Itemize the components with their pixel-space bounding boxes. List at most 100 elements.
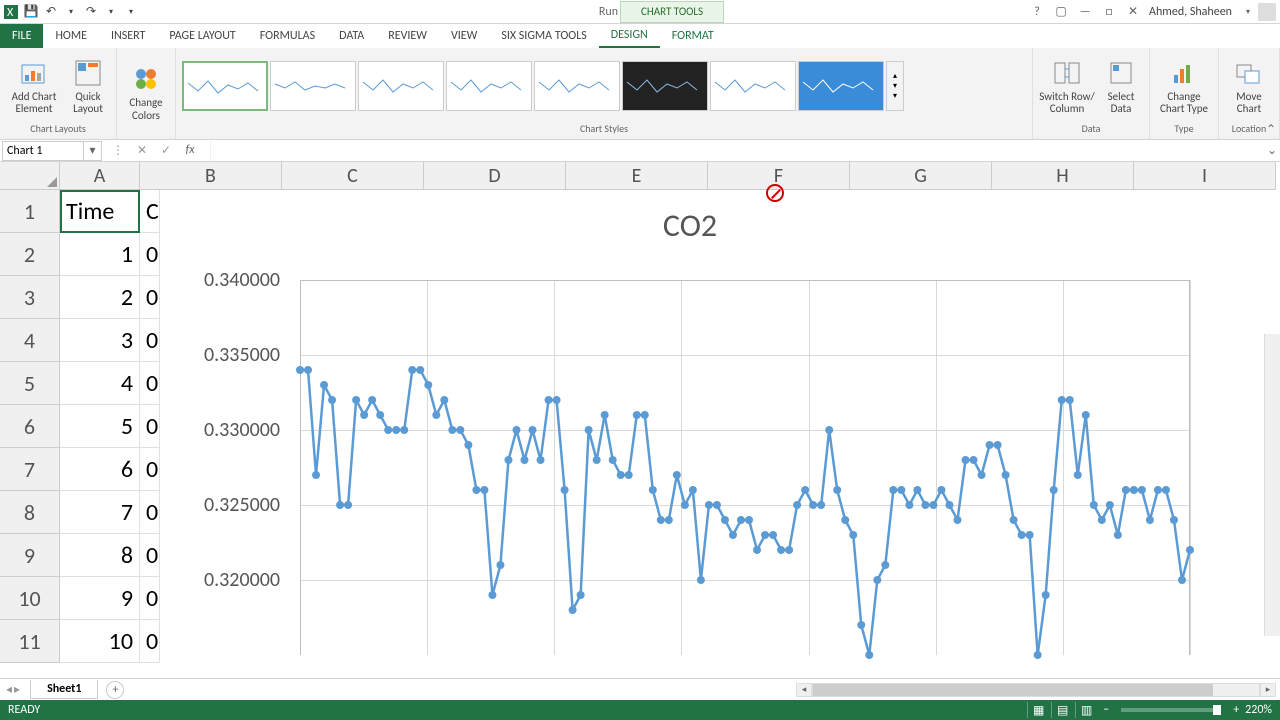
chart-style-6[interactable] [622,61,708,111]
cell-A3[interactable]: 2 [60,276,140,319]
cell-B11[interactable]: 0 [140,620,160,663]
user-name[interactable]: Ahmed, Shaheen [1149,5,1232,19]
row-header-4[interactable]: 4 [0,319,60,362]
chart-style-7[interactable] [710,61,796,111]
col-header-G[interactable]: G [850,162,992,190]
row-header-9[interactable]: 9 [0,534,60,577]
cell-B8[interactable]: 0 [140,491,160,534]
redo-icon[interactable]: ↷ [82,3,100,21]
fx-icon[interactable]: fx [182,143,198,158]
zoom-slider[interactable] [1121,708,1221,712]
switch-row-column-button[interactable]: Switch Row/ Column [1039,50,1095,122]
chart-style-2[interactable] [270,61,356,111]
undo-icon[interactable]: ↶ [42,3,60,21]
chart-object[interactable]: CO2 0.3400000.3350000.3300000.3250000.32… [160,190,1220,655]
row-header-10[interactable]: 10 [0,577,60,620]
tab-insert[interactable]: INSERT [99,24,157,48]
cell-A2[interactable]: 1 [60,233,140,276]
tab-review[interactable]: REVIEW [376,24,439,48]
cell-A7[interactable]: 6 [60,448,140,491]
cell-A10[interactable]: 9 [60,577,140,620]
help-icon[interactable]: ? [1029,4,1045,20]
col-header-C[interactable]: C [282,162,424,190]
page-layout-view-icon[interactable]: ▤ [1051,702,1073,718]
chart-style-8[interactable] [798,61,884,111]
cell-B1[interactable]: C [140,190,160,233]
ribbon-display-icon[interactable]: ▢ [1053,4,1069,20]
tab-six-sigma[interactable]: SIX SIGMA TOOLS [489,24,598,48]
name-box-dropdown-icon[interactable]: ▾ [84,141,102,161]
row-header-6[interactable]: 6 [0,405,60,448]
horizontal-scrollbar[interactable]: ◂ ▸ [796,682,1276,698]
cell-B9[interactable]: 0 [140,534,160,577]
sheet-tab-sheet1[interactable]: Sheet1 [30,680,98,699]
collapse-ribbon-icon[interactable]: ⌃ [1266,122,1276,137]
col-header-E[interactable]: E [566,162,708,190]
tab-data[interactable]: DATA [327,24,376,48]
change-colors-button[interactable]: Change Colors [123,57,169,129]
chart-style-4[interactable] [446,61,532,111]
tab-formulas[interactable]: FORMULAS [248,24,327,48]
cell-B6[interactable]: 0 [140,405,160,448]
cell-A4[interactable]: 3 [60,319,140,362]
normal-view-icon[interactable]: ▦ [1027,702,1049,718]
tab-design[interactable]: DESIGN [599,24,660,48]
tab-file[interactable]: FILE [0,24,43,48]
cell-A1[interactable]: Time [60,190,140,233]
chart-title[interactable]: CO2 [160,190,1220,253]
select-data-button[interactable]: Select Data [1099,50,1143,122]
cell-A8[interactable]: 7 [60,491,140,534]
chart-style-5[interactable] [534,61,620,111]
name-box[interactable]: Chart 1 [2,141,84,161]
add-sheet-button[interactable]: + [106,681,124,699]
tab-page-layout[interactable]: PAGE LAYOUT [157,24,247,48]
scroll-left-icon[interactable]: ◂ [796,683,812,697]
chart-style-3[interactable] [358,61,444,111]
cell-A11[interactable]: 10 [60,620,140,663]
next-sheet-icon[interactable]: ▸ [14,682,20,697]
select-all-corner[interactable] [0,162,60,190]
cell-B10[interactable]: 0 [140,577,160,620]
change-chart-type-button[interactable]: Change Chart Type [1156,50,1212,122]
cell-B2[interactable]: 0 [140,233,160,276]
menu-icon[interactable]: ⋮ [110,143,126,158]
col-header-A[interactable]: A [60,162,140,190]
scroll-right-icon[interactable]: ▸ [1260,683,1276,697]
prev-sheet-icon[interactable]: ◂ [6,682,12,697]
row-header-11[interactable]: 11 [0,620,60,663]
avatar[interactable] [1258,3,1276,21]
col-header-D[interactable]: D [424,162,566,190]
close-icon[interactable]: ✕ [1125,4,1141,20]
col-header-H[interactable]: H [992,162,1134,190]
vertical-scrollbar[interactable] [1264,334,1280,636]
cell-B7[interactable]: 0 [140,448,160,491]
chart-style-1[interactable] [182,61,268,111]
tab-format[interactable]: FORMAT [660,24,726,48]
tab-view[interactable]: VIEW [439,24,489,48]
formula-bar[interactable] [210,141,1264,161]
cell-A6[interactable]: 5 [60,405,140,448]
row-header-3[interactable]: 3 [0,276,60,319]
move-chart-button[interactable]: Move Chart [1225,50,1273,122]
row-header-5[interactable]: 5 [0,362,60,405]
expand-formula-bar-icon[interactable]: ⌄ [1264,143,1280,158]
col-header-I[interactable]: I [1134,162,1276,190]
zoom-in-icon[interactable]: + [1233,703,1239,717]
undo-dropdown-icon[interactable]: ▾ [62,3,80,21]
page-break-view-icon[interactable]: ▥ [1075,702,1097,718]
chart-styles-more-button[interactable]: ▴▾▾ [886,61,904,111]
cell-B3[interactable]: 0 [140,276,160,319]
col-header-F[interactable]: F [708,162,850,190]
add-chart-element-button[interactable]: Add Chart Element [6,50,62,122]
chart-plot-area[interactable] [300,280,1190,655]
row-header-1[interactable]: 1 [0,190,60,233]
zoom-level[interactable]: 220% [1245,703,1272,717]
cell-B4[interactable]: 0 [140,319,160,362]
qat-customize-icon[interactable]: ▾ [122,3,140,21]
quick-layout-button[interactable]: Quick Layout [66,50,110,122]
row-header-2[interactable]: 2 [0,233,60,276]
row-header-7[interactable]: 7 [0,448,60,491]
cell-A5[interactable]: 4 [60,362,140,405]
minimize-icon[interactable]: — [1077,4,1093,20]
tab-home[interactable]: HOME [43,24,99,48]
